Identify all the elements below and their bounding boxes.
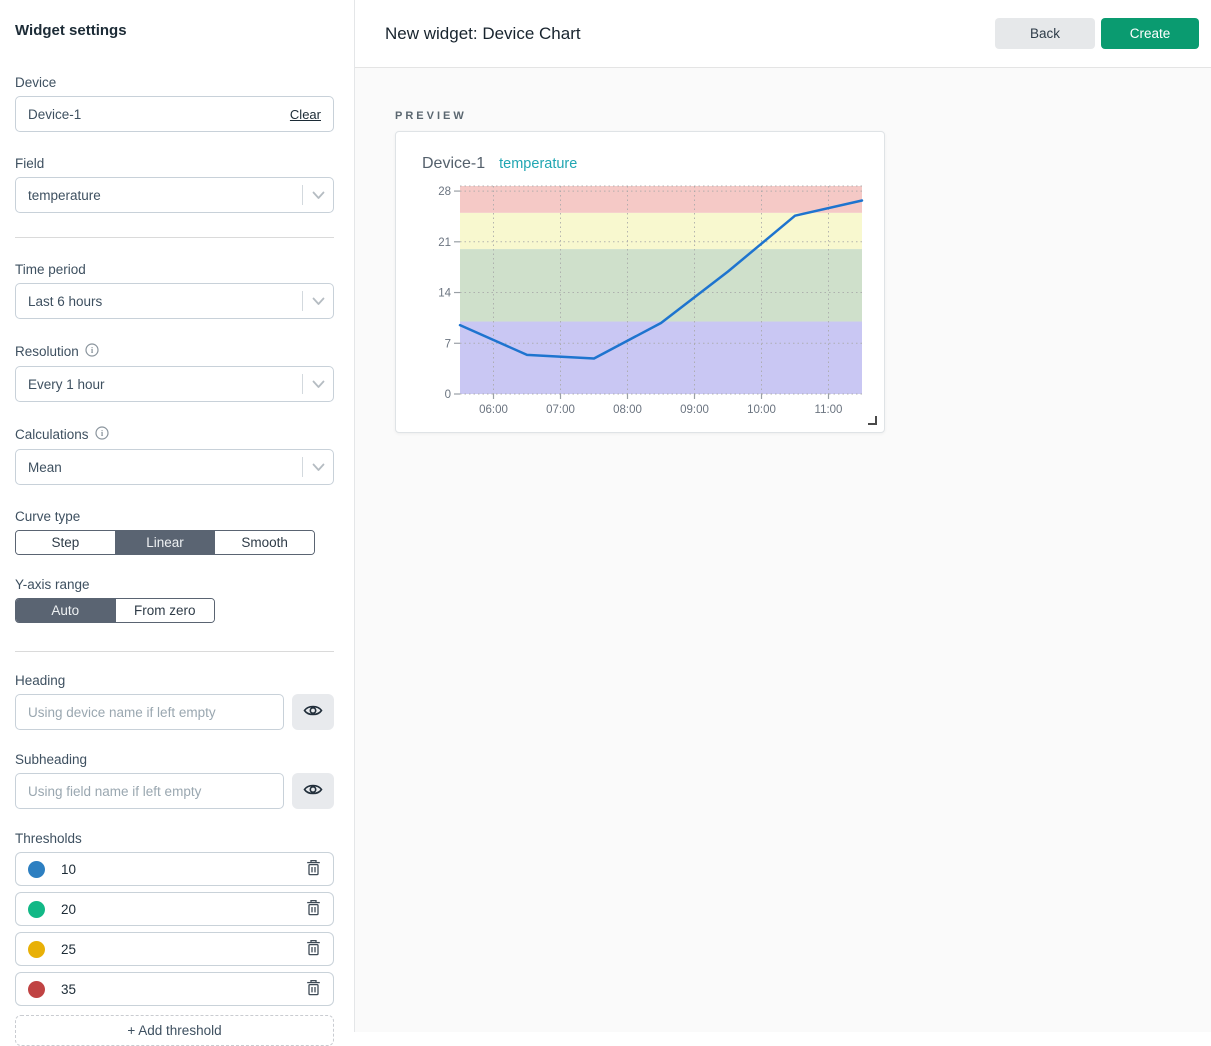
svg-text:28: 28 xyxy=(438,186,451,198)
page-title: New widget: Device Chart xyxy=(385,24,995,44)
threshold-value: 25 xyxy=(61,942,304,957)
svg-text:10:00: 10:00 xyxy=(747,404,776,416)
curve-type-option-smooth[interactable]: Smooth xyxy=(214,531,314,554)
y-axis-option-auto[interactable]: Auto xyxy=(16,599,115,622)
main-area: New widget: Device Chart Back Create PRE… xyxy=(355,0,1211,1032)
page-header: New widget: Device Chart Back Create xyxy=(355,0,1211,68)
section-divider xyxy=(15,237,334,238)
field-value: temperature xyxy=(28,188,302,203)
add-threshold-button[interactable]: + Add threshold xyxy=(15,1015,334,1046)
resolution-label: Resolution i xyxy=(15,343,334,360)
threshold-row[interactable]: 25 xyxy=(15,932,334,966)
y-axis-option-from-zero[interactable]: From zero xyxy=(115,599,215,622)
svg-text:14: 14 xyxy=(438,288,451,300)
widget-settings-sidebar: Widget settings Device Device-1 Clear Fi… xyxy=(0,0,355,1032)
section-divider xyxy=(15,651,334,652)
threshold-color-dot[interactable] xyxy=(28,861,45,878)
threshold-row[interactable]: 35 xyxy=(15,972,334,1006)
heading-input[interactable] xyxy=(15,694,284,730)
trash-icon xyxy=(306,979,321,999)
device-value: Device-1 xyxy=(28,107,290,122)
threshold-value: 20 xyxy=(61,902,304,917)
create-button[interactable]: Create xyxy=(1101,18,1199,49)
delete-threshold-button[interactable] xyxy=(304,897,323,921)
info-icon[interactable]: i xyxy=(85,343,99,360)
time-period-value: Last 6 hours xyxy=(28,294,302,309)
field-label: Field xyxy=(15,156,334,171)
widget-preview-card: Device-1 temperature 0714212806:0007:000… xyxy=(395,131,885,433)
subheading-label: Subheading xyxy=(15,752,334,767)
thresholds-label: Thresholds xyxy=(15,831,334,846)
curve-type-label: Curve type xyxy=(15,509,334,524)
device-field[interactable]: Device-1 Clear xyxy=(15,96,334,132)
subheading-visibility-button[interactable] xyxy=(292,773,334,809)
svg-text:i: i xyxy=(91,345,94,355)
delete-threshold-button[interactable] xyxy=(304,977,323,1001)
threshold-value: 35 xyxy=(61,982,304,997)
y-axis-range-segmented-control: Auto From zero xyxy=(15,598,215,623)
calculations-value: Mean xyxy=(28,460,302,475)
svg-text:06:00: 06:00 xyxy=(479,404,508,416)
threshold-color-dot[interactable] xyxy=(28,941,45,958)
time-period-label: Time period xyxy=(15,262,334,277)
main-content: PREVIEW Device-1 temperature 0 7 14 21 28 06:… xyxy=(355,68,1211,1032)
calculations-label: Calculations i xyxy=(15,426,334,443)
svg-text:09:00: 09:00 xyxy=(680,404,709,416)
threshold-row[interactable]: 10 xyxy=(15,852,334,886)
svg-text:i: i xyxy=(100,428,103,438)
chevron-down-icon xyxy=(312,377,325,392)
threshold-value: 10 xyxy=(61,862,304,877)
svg-text:21: 21 xyxy=(438,237,451,249)
heading-label: Heading xyxy=(15,673,334,688)
curve-type-segmented-control: Step Linear Smooth xyxy=(15,530,315,555)
resolution-value: Every 1 hour xyxy=(28,377,302,392)
resolution-select[interactable]: Every 1 hour xyxy=(15,366,334,402)
svg-text:08:00: 08:00 xyxy=(613,404,642,416)
svg-text:7: 7 xyxy=(445,338,451,350)
device-chart: 0 7 14 21 28 06:00 07:00 08:00 09:00 10:00 11:00 xyxy=(420,180,860,425)
threshold-list: 10 20 25 35 xyxy=(15,852,334,1006)
y-axis-range-label: Y-axis range xyxy=(15,577,334,592)
field-select[interactable]: temperature xyxy=(15,177,334,213)
time-period-select[interactable]: Last 6 hours xyxy=(15,283,334,319)
info-icon[interactable]: i xyxy=(95,426,109,443)
resize-handle-icon[interactable] xyxy=(868,416,877,425)
device-label: Device xyxy=(15,75,334,90)
preview-section-label: PREVIEW xyxy=(395,110,1211,122)
heading-visibility-button[interactable] xyxy=(292,694,334,730)
svg-text:07:00: 07:00 xyxy=(546,404,575,416)
curve-type-option-step[interactable]: Step xyxy=(16,531,115,554)
delete-threshold-button[interactable] xyxy=(304,937,323,961)
chevron-down-icon xyxy=(312,294,325,309)
trash-icon xyxy=(306,899,321,919)
calculations-select[interactable]: Mean xyxy=(15,449,334,485)
sidebar-title: Widget settings xyxy=(15,22,334,39)
back-button[interactable]: Back xyxy=(995,18,1095,49)
delete-threshold-button[interactable] xyxy=(304,857,323,881)
threshold-color-dot[interactable] xyxy=(28,981,45,998)
svg-text:11:00: 11:00 xyxy=(815,404,843,416)
svg-text:0: 0 xyxy=(445,389,451,401)
subheading-input[interactable] xyxy=(15,773,284,809)
eye-icon xyxy=(303,703,323,721)
eye-icon xyxy=(303,782,323,800)
chevron-down-icon xyxy=(312,188,325,203)
line-chart-svg: 0 7 14 21 28 06:00 07:00 08:00 09:00 10:00 11:00 xyxy=(420,180,864,420)
chevron-down-icon xyxy=(312,460,325,475)
trash-icon xyxy=(306,859,321,879)
preview-card-title: Device-1 xyxy=(422,155,485,173)
clear-device-link[interactable]: Clear xyxy=(290,107,321,122)
preview-card-subtitle: temperature xyxy=(499,156,577,172)
threshold-row[interactable]: 20 xyxy=(15,892,334,926)
curve-type-option-linear[interactable]: Linear xyxy=(115,531,215,554)
trash-icon xyxy=(306,939,321,959)
threshold-color-dot[interactable] xyxy=(28,901,45,918)
